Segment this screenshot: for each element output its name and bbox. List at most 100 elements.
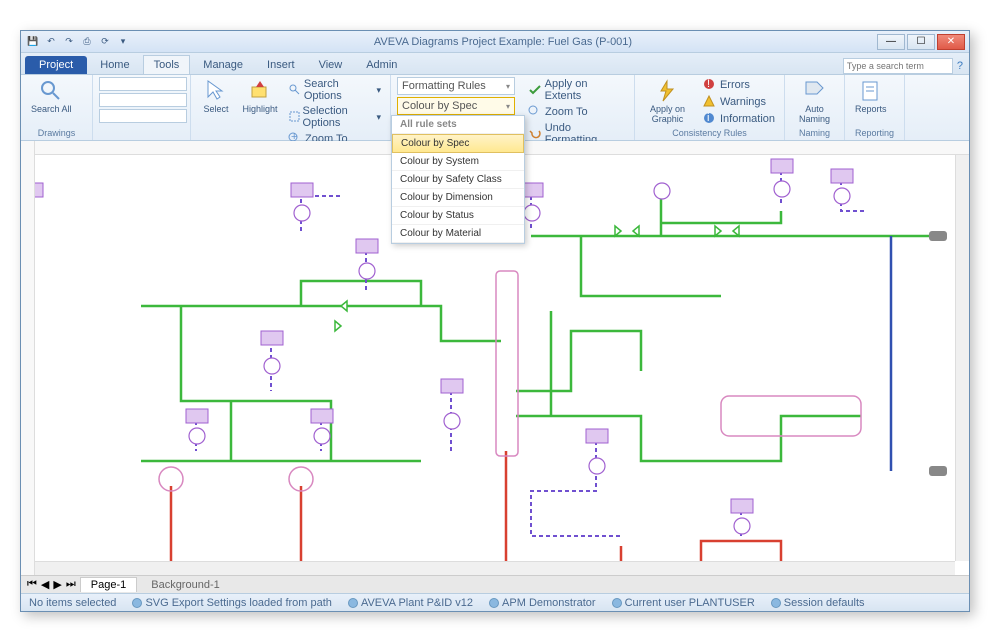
undo-icon [528, 127, 542, 141]
tab-admin[interactable]: Admin [355, 55, 408, 74]
dropdown-item[interactable]: Colour by Status [392, 207, 524, 225]
svg-text:!: ! [707, 78, 710, 90]
errors-toggle[interactable]: !Errors [700, 77, 778, 93]
ribbon-group-drawings: Search All Drawings [21, 75, 93, 140]
close-button[interactable]: ✕ [937, 34, 965, 50]
sheet-tab-active[interactable]: Page-1 [80, 577, 137, 592]
colour-by-combo[interactable]: Colour by Spec▾ [397, 97, 515, 115]
window-controls: — ☐ ✕ [875, 34, 965, 50]
ribbon-group-consistency: Apply on Graphic !Errors Warnings iInfor… [635, 75, 785, 140]
group-label [99, 127, 184, 138]
dropdown-header: All rule sets [392, 116, 524, 134]
selection-options-icon [288, 110, 300, 124]
search-all-button[interactable]: Search All [27, 77, 76, 117]
maximize-button[interactable]: ☐ [907, 34, 935, 50]
zoom-icon [528, 105, 542, 119]
qa-redo-icon[interactable]: ↷ [61, 34, 77, 50]
sheet-tab[interactable]: Background-1 [141, 578, 230, 592]
highlight-button[interactable]: Highlight [241, 77, 279, 117]
ribbon: Search All Drawings Select High [21, 75, 969, 141]
highlight-icon [248, 79, 272, 103]
ribbon-group-reporting: Reports Reporting [845, 75, 905, 140]
sheet-nav-last-icon[interactable]: ⏭ [66, 578, 76, 591]
warning-icon [703, 95, 717, 109]
svg-text:i: i [707, 112, 709, 124]
status-item: SVG Export Settings loaded from path [132, 597, 332, 609]
status-dot-icon [612, 598, 622, 608]
ribbon-group-formatting: Formatting Rules▾ Colour by Spec▾ Apply … [391, 75, 635, 140]
file-tab[interactable]: Project [25, 56, 87, 74]
search-options-icon [288, 83, 301, 97]
ribbon-group-find: Select Highlight Search Options ▾ Select… [191, 75, 391, 140]
sheet-nav-prev-icon[interactable]: ◀ [41, 578, 49, 591]
status-item: Session defaults [771, 597, 865, 609]
tab-view[interactable]: View [308, 55, 354, 74]
format-zoom-button[interactable]: Zoom To [525, 104, 628, 120]
status-dot-icon [489, 598, 499, 608]
group-label: Consistency Rules [641, 127, 778, 138]
qa-undo-icon[interactable]: ↶ [43, 34, 59, 50]
group-label: Drawings [27, 127, 86, 138]
group-label: Naming [791, 127, 838, 138]
qa-refresh-icon[interactable]: ⟳ [97, 34, 113, 50]
info-icon: i [703, 112, 717, 126]
ribbon-help-area: ? [843, 58, 963, 74]
tab-manage[interactable]: Manage [192, 55, 254, 74]
qa-print-icon[interactable]: ⎙ [79, 34, 95, 50]
search-icon [39, 79, 63, 103]
status-item: AVEVA Plant P&ID v12 [348, 597, 473, 609]
help-search-input[interactable] [843, 58, 953, 74]
tag-icon [803, 79, 827, 103]
sheet-nav-next-icon[interactable]: ▶ [53, 578, 61, 591]
tab-insert[interactable]: Insert [256, 55, 306, 74]
ribbon-tabs: Project Home Tools Manage Insert View Ad… [21, 53, 969, 75]
dropdown-item[interactable]: Colour by Spec [392, 134, 524, 153]
dropdown-item[interactable]: Colour by Safety Class [392, 171, 524, 189]
lightning-icon [655, 79, 679, 103]
selection-options-button[interactable]: Selection Options ▾ [285, 104, 384, 130]
sheet-nav-first-icon[interactable]: ⏮ [27, 578, 37, 591]
find-input-1[interactable] [99, 77, 187, 91]
help-icon[interactable]: ? [957, 60, 963, 72]
dropdown-item[interactable]: Colour by Dimension [392, 189, 524, 207]
qa-save-icon[interactable]: 💾 [25, 34, 41, 50]
colour-by-dropdown: All rule sets Colour by Spec Colour by S… [391, 115, 525, 244]
status-item: Current user PLANTUSER [612, 597, 755, 609]
vertical-scrollbar[interactable] [955, 155, 969, 561]
apply-graphic-button[interactable]: Apply on Graphic [641, 77, 694, 127]
info-toggle[interactable]: iInformation [700, 111, 778, 127]
ribbon-group-naming: Auto Naming Naming [785, 75, 845, 140]
error-icon: ! [703, 78, 717, 92]
dropdown-item[interactable]: Colour by System [392, 153, 524, 171]
find-input-2[interactable] [99, 93, 187, 107]
dropdown-item[interactable]: Colour by Material [392, 225, 524, 243]
tab-tools[interactable]: Tools [143, 55, 191, 74]
status-dot-icon [132, 598, 142, 608]
titlebar: 💾 ↶ ↷ ⎙ ⟳ ▾ AVEVA Diagrams Project Examp… [21, 31, 969, 53]
status-selection: No items selected [29, 597, 116, 609]
window-title: AVEVA Diagrams Project Example: Fuel Gas… [131, 36, 875, 48]
chevron-down-icon: ▾ [506, 102, 510, 111]
check-icon [528, 83, 542, 97]
reports-button[interactable]: Reports [851, 77, 891, 117]
status-item: APM Demonstrator [489, 597, 596, 609]
status-dot-icon [348, 598, 358, 608]
search-options-button[interactable]: Search Options ▾ [285, 77, 384, 103]
quick-access-toolbar: 💾 ↶ ↷ ⎙ ⟳ ▾ [25, 34, 131, 50]
vertical-ruler [21, 141, 35, 575]
application-window: 💾 ↶ ↷ ⎙ ⟳ ▾ AVEVA Diagrams Project Examp… [20, 30, 970, 612]
warnings-toggle[interactable]: Warnings [700, 94, 778, 110]
minimize-button[interactable]: — [877, 34, 905, 50]
apply-extents-button[interactable]: Apply on Extents [525, 77, 628, 103]
statusbar: No items selected SVG Export Settings lo… [21, 593, 969, 611]
formatting-rules-combo[interactable]: Formatting Rules▾ [397, 77, 515, 95]
find-input-3[interactable] [99, 109, 187, 123]
report-icon [859, 79, 883, 103]
select-button[interactable]: Select [197, 77, 235, 117]
horizontal-scrollbar[interactable] [35, 561, 955, 575]
tab-home[interactable]: Home [89, 55, 140, 74]
qa-dropdown-icon[interactable]: ▾ [115, 34, 131, 50]
group-label: Reporting [851, 127, 898, 138]
auto-naming-button[interactable]: Auto Naming [791, 77, 838, 127]
chevron-down-icon: ▾ [506, 82, 510, 91]
